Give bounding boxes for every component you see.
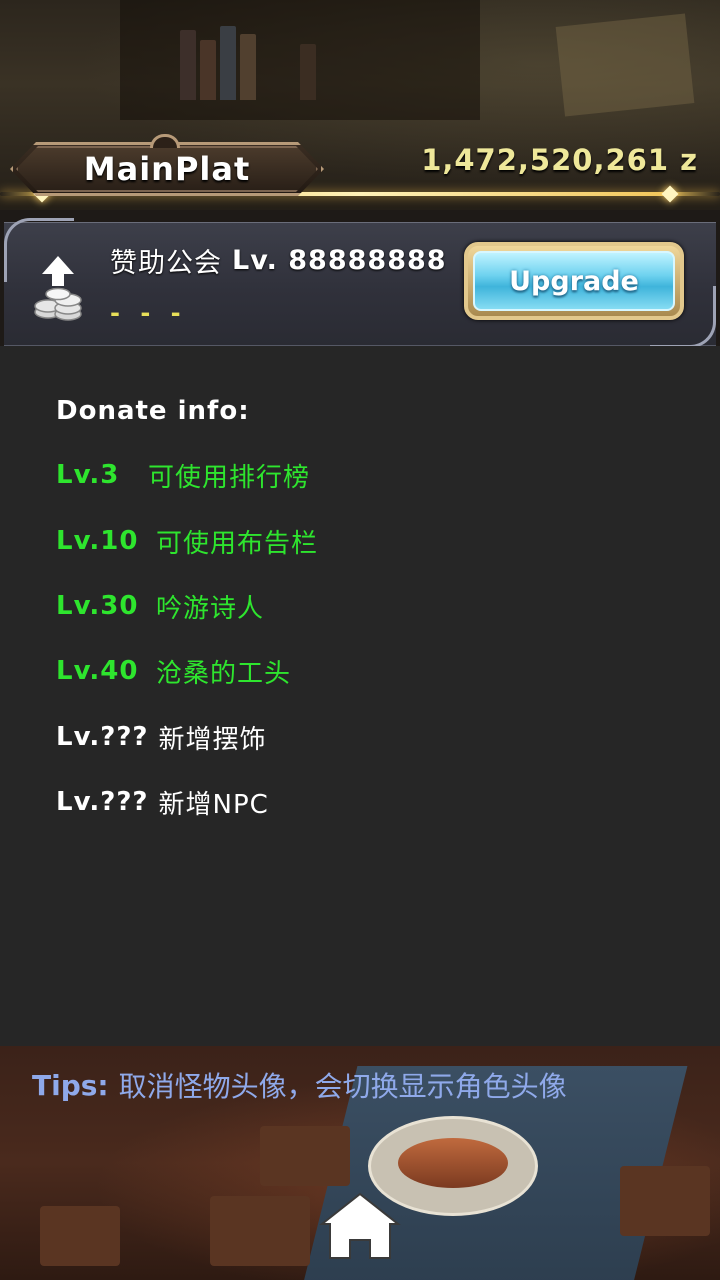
tips-label: Tips: — [32, 1068, 109, 1102]
reward-text: 吟游诗人 — [156, 593, 265, 624]
donate-reward-row: Lv.3 可使用排行榜 — [56, 456, 310, 494]
donate-reward-row: Lv.10 可使用布告栏 — [56, 522, 318, 560]
guild-level-value: Lv. 88888888 — [232, 244, 447, 276]
reward-level: Lv.3 — [56, 460, 120, 490]
reward-text: 可使用排行榜 — [148, 462, 311, 493]
guild-level: 赞助公会 Lv. 88888888 — [110, 240, 447, 280]
reward-level: Lv.??? — [56, 722, 149, 752]
donate-reward-row: Lv.??? 新增NPC — [56, 783, 269, 821]
currency-amount: 1,472,520,261 z — [421, 143, 698, 177]
donate-reward-row: Lv.??? 新增摆饰 — [56, 718, 267, 756]
page-title: MainPlat — [83, 150, 251, 188]
upgrade-coins-icon — [34, 256, 82, 321]
reward-level: Lv.??? — [56, 787, 149, 817]
donate-info-title: Donate info: — [56, 396, 250, 426]
donate-reward-row: Lv.40 沧桑的工头 — [56, 652, 291, 690]
upgrade-button[interactable]: Upgrade — [473, 251, 675, 311]
tips-bar: Tips: 取消怪物头像，会切换显示角色头像 — [0, 1060, 720, 1110]
reward-level: Lv.40 — [56, 656, 139, 686]
donate-info-panel — [0, 346, 720, 1046]
guild-label: 赞助公会 — [110, 247, 222, 279]
upgrade-button-frame: Upgrade — [464, 242, 684, 320]
reward-text: 可使用布告栏 — [156, 528, 319, 559]
reward-text: 新增摆饰 — [158, 724, 267, 755]
reward-level: Lv.30 — [56, 591, 139, 621]
reward-text: 沧桑的工头 — [156, 658, 292, 689]
level-progress: - - - — [110, 299, 187, 327]
tips-text: 取消怪物头像，会切换显示角色头像 — [118, 1070, 567, 1103]
reward-level: Lv.10 — [56, 526, 139, 556]
home-icon[interactable] — [318, 1190, 402, 1262]
donate-reward-row: Lv.30 吟游诗人 — [56, 587, 264, 625]
reward-text: 新增NPC — [158, 789, 269, 820]
